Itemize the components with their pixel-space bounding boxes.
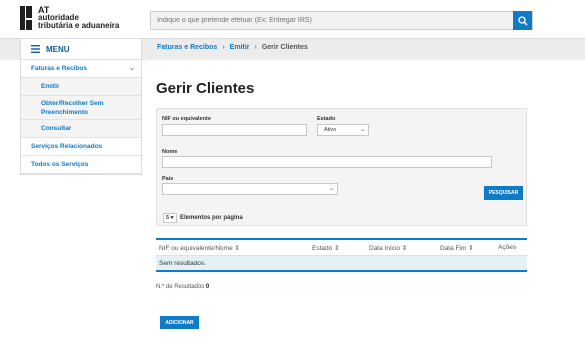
nif-field[interactable] xyxy=(162,124,307,136)
per-page-control: 5 ▾ Elementos por página xyxy=(163,213,243,223)
nome-label: Nome xyxy=(162,149,178,155)
estado-select[interactable]: Ativo ⌄ xyxy=(317,124,369,136)
results-value: 0 xyxy=(205,284,210,290)
search-input[interactable] xyxy=(151,12,511,29)
sidebar-item-label: Serviços Relacionados xyxy=(31,143,103,150)
chevron-down-icon: ⌄ xyxy=(328,186,334,192)
col-header-nif-nome[interactable]: NIF ou equivalente/Nome ⇕ xyxy=(159,244,240,252)
breadcrumb-emitir[interactable]: Emitir xyxy=(230,44,250,51)
empty-message: Sem resultados. xyxy=(159,259,206,267)
per-page-select[interactable]: 5 ▾ xyxy=(163,213,177,223)
page-title: Gerir Clientes xyxy=(156,80,255,97)
sidebar: Faturas e Recibos ⌄ Emitir Obter/Recolhe… xyxy=(20,60,142,175)
sidebar-item-consultar[interactable]: Consultar xyxy=(21,120,141,138)
menu-toggle[interactable]: MENU xyxy=(20,38,142,60)
table-header: NIF ou equivalente/Nome ⇕ Estado ⇕ Data … xyxy=(156,238,527,255)
logo-mark-icon xyxy=(20,6,34,30)
results-table: NIF ou equivalente/Nome ⇕ Estado ⇕ Data … xyxy=(156,238,527,272)
menu-label: MENU xyxy=(46,44,70,54)
sidebar-item-todos-servicos[interactable]: Todos os Serviços xyxy=(21,156,141,174)
search-button[interactable] xyxy=(513,11,532,30)
breadcrumb-faturas[interactable]: Faturas e Recibos xyxy=(157,44,217,51)
sidebar-item-label: Faturas e Recibos xyxy=(31,65,87,72)
add-button[interactable]: ADICIONAR xyxy=(160,316,199,329)
col-header-acoes: Ações xyxy=(498,244,517,251)
logo-line2: tributária e aduaneira xyxy=(38,21,120,30)
sidebar-item-label: Todos os Serviços xyxy=(31,161,89,168)
pais-select[interactable]: ⌄ xyxy=(162,183,338,195)
table-row: Sem resultados. xyxy=(156,255,527,272)
estado-label: Estado xyxy=(317,116,336,122)
chevron-right-icon: › xyxy=(254,44,257,51)
sidebar-item-faturas-recibos[interactable]: Faturas e Recibos ⌄ xyxy=(21,60,141,78)
col-header-estado[interactable]: Estado ⇕ xyxy=(312,244,340,252)
breadcrumb-current: Gerir Clientes xyxy=(261,44,308,51)
breadcrumb: Faturas e Recibos › Emitir › Gerir Clien… xyxy=(157,44,308,51)
at-logo[interactable]: AT autoridade tributária e aduaneira xyxy=(20,6,119,30)
pais-label: País xyxy=(162,176,174,182)
results-count: N.º de Resultados 0 xyxy=(156,284,209,290)
chevron-right-icon: › xyxy=(222,44,225,51)
sidebar-item-label: Obter/Recolher Sem Preenchimento xyxy=(41,99,104,116)
chevron-down-icon: ⌄ xyxy=(359,127,365,133)
results-label: N.º de Resultados xyxy=(156,284,205,290)
per-page-label: Elementos por página xyxy=(180,215,243,221)
sidebar-item-emitir[interactable]: Emitir xyxy=(21,78,141,96)
search-submit-button[interactable]: PESQUISAR xyxy=(484,186,523,200)
global-search xyxy=(150,11,533,30)
nome-field[interactable] xyxy=(162,156,492,168)
col-header-data-fim[interactable]: Data Fim ⇕ xyxy=(440,244,474,252)
estado-value: Ativo xyxy=(324,127,337,133)
sidebar-item-obter-recolher[interactable]: Obter/Recolher Sem Preenchimento xyxy=(21,96,141,120)
nif-label: NIF ou equivalente xyxy=(162,116,211,122)
search-icon xyxy=(517,15,527,25)
hamburger-icon xyxy=(31,45,40,53)
top-header: AT autoridade tributária e aduaneira xyxy=(0,0,585,38)
sidebar-item-label: Consultar xyxy=(41,125,72,132)
filter-panel: NIF ou equivalente Estado Ativo ⌄ Nome P… xyxy=(156,108,527,226)
sidebar-item-label: Emitir xyxy=(41,83,60,90)
chevron-down-icon: ⌄ xyxy=(129,65,135,72)
sidebar-item-servicos-relacionados[interactable]: Serviços Relacionados xyxy=(21,138,141,156)
col-header-data-inicio[interactable]: Data Início ⇕ xyxy=(369,244,407,252)
